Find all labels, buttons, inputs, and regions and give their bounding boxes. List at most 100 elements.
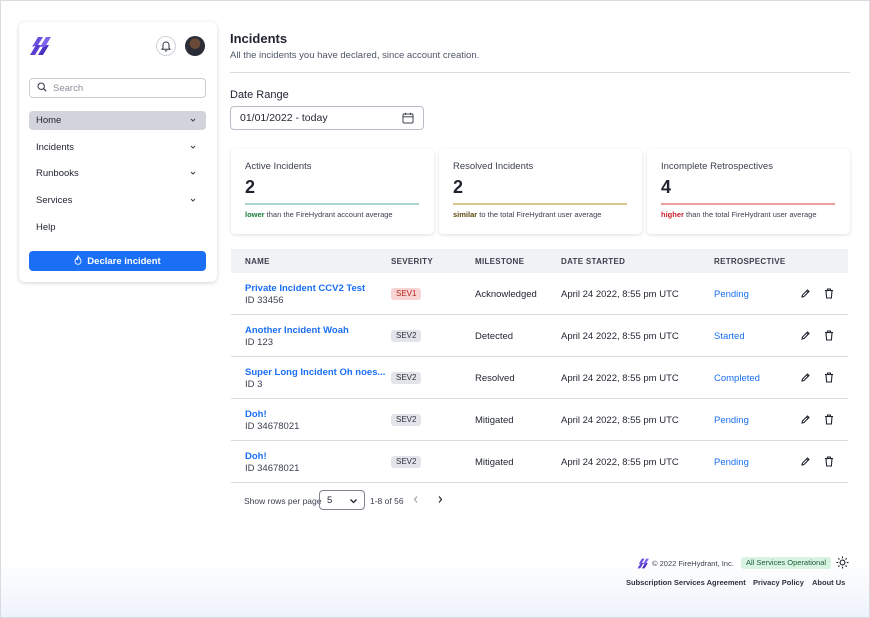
milestone: Resolved xyxy=(475,373,515,384)
declare-incident-button[interactable]: Declare incident xyxy=(29,251,206,271)
status-badge[interactable]: All Services Operational xyxy=(741,557,832,569)
incident-id: ID 34678021 xyxy=(245,463,300,474)
search-icon xyxy=(37,81,47,95)
search-field[interactable] xyxy=(29,78,206,98)
firehydrant-logo-icon[interactable] xyxy=(29,34,53,58)
card-note-text: than the FireHydrant account average xyxy=(264,210,393,219)
subscription-agreement-link[interactable]: Subscription Services Agreement xyxy=(626,578,746,587)
nav-item-help[interactable]: Help xyxy=(29,218,206,237)
stat-card-retrospectives: Incomplete Retrospectives 4 higher than … xyxy=(647,149,850,234)
card-label: Active Incidents xyxy=(245,161,312,172)
nav-item-runbooks[interactable]: Runbooks xyxy=(29,164,206,183)
nav-item-home[interactable]: Home xyxy=(29,111,206,130)
page-title: Incidents xyxy=(230,31,288,46)
retrospective-link[interactable]: Pending xyxy=(714,415,749,426)
firehydrant-logo-icon xyxy=(637,557,650,573)
pencil-icon[interactable] xyxy=(800,330,811,344)
card-note: lower than the FireHydrant account avera… xyxy=(245,210,393,219)
retrospective-link[interactable]: Started xyxy=(714,331,745,342)
incident-name-link[interactable]: Private Incident CCV2 Test xyxy=(245,283,365,294)
chevron-down-icon xyxy=(189,196,197,207)
severity-badge: SEV2 xyxy=(391,456,422,468)
date-range-label: Date Range xyxy=(230,89,289,101)
trash-icon[interactable] xyxy=(824,372,834,386)
avatar[interactable] xyxy=(185,36,205,56)
nav-item-label: Services xyxy=(36,195,73,206)
copyright: © 2022 FireHydrant, Inc. xyxy=(652,559,734,568)
nav-item-label: Help xyxy=(36,222,56,233)
card-bar xyxy=(661,203,835,205)
stat-card-resolved: Resolved Incidents 2 similar to the tota… xyxy=(439,149,642,234)
nav-item-services[interactable]: Services xyxy=(29,191,206,210)
incident-id: ID 3 xyxy=(245,379,263,390)
incident-id: ID 33456 xyxy=(245,295,284,306)
incident-id: ID 34678021 xyxy=(245,421,300,432)
privacy-policy-link[interactable]: Privacy Policy xyxy=(753,578,804,587)
chevron-right-icon[interactable] xyxy=(436,495,444,506)
pencil-icon[interactable] xyxy=(800,372,811,386)
date-range-field[interactable]: 01/01/2022 - today xyxy=(230,106,424,130)
chevron-left-icon[interactable] xyxy=(412,495,420,506)
severity-badge: SEV1 xyxy=(391,288,422,300)
date-started: April 24 2022, 8:55 pm UTC xyxy=(561,415,679,426)
chevron-down-icon xyxy=(189,116,197,127)
column-header-severity[interactable]: SEVERITY xyxy=(391,257,433,266)
nav-item-incidents[interactable]: Incidents xyxy=(29,138,206,157)
incident-id: ID 123 xyxy=(245,337,273,348)
trash-icon[interactable] xyxy=(824,330,834,344)
rows-per-page-select[interactable]: 5 xyxy=(319,490,365,510)
column-header-milestone[interactable]: MILESTONE xyxy=(475,257,524,266)
table-row[interactable]: Another Incident Woah ID 123 SEV2 Detect… xyxy=(231,315,848,357)
incident-name-link[interactable]: Doh! xyxy=(245,409,267,420)
pencil-icon[interactable] xyxy=(800,414,811,428)
card-value: 4 xyxy=(661,177,672,197)
page-subtitle: All the incidents you have declared, sin… xyxy=(230,50,480,61)
trash-icon[interactable] xyxy=(824,288,834,302)
about-us-link[interactable]: About Us xyxy=(812,578,845,587)
card-note-emphasis: lower xyxy=(245,210,265,219)
column-header-retrospective[interactable]: RETROSPECTIVE xyxy=(714,257,785,266)
card-label: Incomplete Retrospectives xyxy=(661,161,773,172)
table-row[interactable]: Super Long Incident Oh noes... ID 3 SEV2… xyxy=(231,357,848,399)
nav-item-label: Home xyxy=(36,115,62,126)
table-header: NAME SEVERITY MILESTONE DATE STARTED RET… xyxy=(231,249,848,273)
rows-per-page-label: Show rows per page xyxy=(244,496,322,506)
table-row[interactable]: Doh! ID 34678021 SEV2 Mitigated April 24… xyxy=(231,441,848,483)
sidebar: Home Incidents Runbooks Services Help De… xyxy=(19,22,217,282)
retrospective-link[interactable]: Pending xyxy=(714,289,749,300)
pencil-icon[interactable] xyxy=(800,456,811,470)
incident-name-link[interactable]: Super Long Incident Oh noes... xyxy=(245,367,385,378)
trash-icon[interactable] xyxy=(824,456,834,470)
column-header-name[interactable]: NAME xyxy=(245,257,270,266)
severity-badge: SEV2 xyxy=(391,414,422,426)
pagination-range: 1-8 of 56 xyxy=(370,496,404,506)
calendar-icon[interactable] xyxy=(402,112,414,127)
card-note-text: to the total FireHydrant user average xyxy=(477,210,602,219)
table-row[interactable]: Doh! ID 34678021 SEV2 Mitigated April 24… xyxy=(231,399,848,441)
fire-icon xyxy=(74,253,87,268)
severity-badge: SEV2 xyxy=(391,330,422,342)
severity-badge: SEV2 xyxy=(391,372,422,384)
trash-icon[interactable] xyxy=(824,414,834,428)
retrospective-link[interactable]: Completed xyxy=(714,373,760,384)
incident-name-link[interactable]: Doh! xyxy=(245,451,267,462)
column-header-date-started[interactable]: DATE STARTED xyxy=(561,257,625,266)
pencil-icon[interactable] xyxy=(800,288,811,302)
search-input[interactable] xyxy=(53,82,193,94)
chevron-down-icon xyxy=(189,143,197,154)
sun-icon[interactable] xyxy=(836,556,849,572)
milestone: Mitigated xyxy=(475,415,514,426)
milestone: Detected xyxy=(475,331,514,342)
card-note-emphasis: similar xyxy=(453,210,478,219)
incident-name-link[interactable]: Another Incident Woah xyxy=(245,325,349,336)
retrospective-link[interactable]: Pending xyxy=(714,457,749,468)
stat-card-active: Active Incidents 2 lower than the FireHy… xyxy=(231,149,434,234)
divider xyxy=(230,72,850,73)
date-started: April 24 2022, 8:55 pm UTC xyxy=(561,373,679,384)
table-row[interactable]: Private Incident CCV2 Test ID 33456 SEV1… xyxy=(231,273,848,315)
card-note-text: than the total FireHydrant user average xyxy=(683,210,817,219)
bell-icon[interactable] xyxy=(156,36,176,56)
date-started: April 24 2022, 8:55 pm UTC xyxy=(561,289,679,300)
milestone: Acknowledged xyxy=(475,289,537,300)
card-note: higher than the total FireHydrant user a… xyxy=(661,210,817,219)
